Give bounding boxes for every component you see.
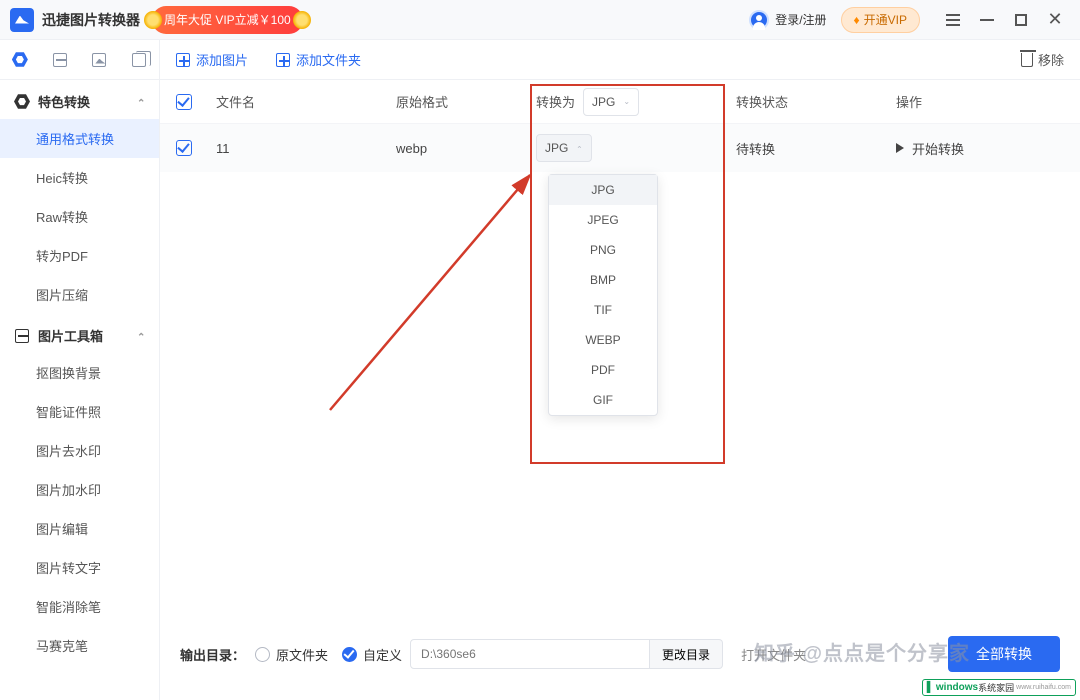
nav-item[interactable]: 智能证件照 bbox=[0, 392, 159, 431]
hex-icon bbox=[14, 94, 30, 110]
sidebar: 特色转换 ⌄ 通用格式转换Heic转换Raw转换转为PDF图片压缩 图片工具箱 … bbox=[0, 40, 160, 700]
sidebar-group-toolbox[interactable]: 图片工具箱 ⌄ bbox=[0, 314, 159, 353]
add-folder-button[interactable]: 添加文件夹 bbox=[276, 50, 361, 69]
remove-button[interactable]: 移除 bbox=[1021, 50, 1064, 69]
header-format-select[interactable]: JPG⌄ bbox=[583, 88, 639, 116]
sidebar-top-tabs bbox=[0, 40, 159, 80]
row-format-select[interactable]: JPG⌄ bbox=[536, 134, 592, 162]
dropdown-option[interactable]: BMP bbox=[549, 265, 657, 295]
nav-item[interactable]: 马赛克笔 bbox=[0, 626, 159, 665]
cell-original-format: webp bbox=[396, 141, 536, 156]
nav-item[interactable]: 转为PDF bbox=[0, 236, 159, 275]
start-convert-button[interactable]: 开始转换 bbox=[896, 139, 1064, 158]
nav-item[interactable]: Heic转换 bbox=[0, 158, 159, 197]
nav-item[interactable]: 智能消除笔 bbox=[0, 587, 159, 626]
nav-item[interactable]: 通用格式转换 bbox=[0, 119, 159, 158]
minimize-button[interactable] bbox=[972, 5, 1002, 35]
nav-item[interactable]: 图片压缩 bbox=[0, 275, 159, 314]
radio-custom-label: 自定义 bbox=[363, 645, 402, 664]
dropdown-option[interactable]: PNG bbox=[549, 235, 657, 265]
chevron-up-icon: ⌄ bbox=[137, 330, 145, 341]
table-row: 11 webp JPG⌄ 待转换 开始转换 bbox=[160, 124, 1080, 172]
open-folder-link[interactable]: 打开文件夹 bbox=[741, 645, 806, 664]
convert-all-button[interactable]: 全部转换 bbox=[948, 636, 1060, 672]
cell-filename: 11 bbox=[216, 141, 396, 156]
dropdown-option[interactable]: JPEG bbox=[549, 205, 657, 235]
chevron-up-icon: ⌄ bbox=[137, 96, 145, 107]
nav-item[interactable]: 图片去水印 bbox=[0, 431, 159, 470]
main-panel: 添加图片 添加文件夹 移除 文件名 原始格式 转换为 JPG⌄ 转换状态 操作 … bbox=[160, 40, 1080, 700]
cell-status: 待转换 bbox=[736, 139, 896, 158]
change-dir-button[interactable]: 更改目录 bbox=[650, 639, 723, 669]
avatar-icon bbox=[749, 10, 769, 30]
nav-item[interactable]: Raw转换 bbox=[0, 197, 159, 236]
row-checkbox[interactable] bbox=[176, 140, 192, 156]
hamburger-icon bbox=[946, 19, 960, 21]
format-dropdown: JPGJPEGPNGBMPTIFWEBPPDFGIF bbox=[548, 174, 658, 416]
maximize-icon bbox=[1015, 14, 1027, 26]
titlebar: 迅捷图片转换器 周年大促 VIP立减￥100 登录/注册 ♦开通VIP ✕ bbox=[0, 0, 1080, 40]
dropdown-option[interactable]: PDF bbox=[549, 355, 657, 385]
radio-original-label: 原文件夹 bbox=[276, 645, 328, 664]
minimize-icon bbox=[980, 19, 994, 21]
dropdown-option[interactable]: TIF bbox=[549, 295, 657, 325]
image-icon bbox=[92, 53, 106, 67]
dropdown-option[interactable]: GIF bbox=[549, 385, 657, 415]
radio-custom-folder[interactable] bbox=[342, 647, 357, 662]
dropdown-option[interactable]: WEBP bbox=[549, 325, 657, 355]
bottom-bar: 输出目录： 原文件夹 自定义 更改目录 打开文件夹 全部转换 bbox=[160, 632, 1080, 676]
sidebar-tab-pic[interactable] bbox=[89, 50, 109, 70]
nav-item[interactable]: 图片编辑 bbox=[0, 509, 159, 548]
diamond-icon: ♦ bbox=[854, 13, 860, 27]
vip-button[interactable]: ♦开通VIP bbox=[841, 7, 920, 33]
menu-button[interactable] bbox=[938, 5, 968, 35]
nav-item[interactable]: 图片加水印 bbox=[0, 470, 159, 509]
stack-icon bbox=[132, 53, 146, 67]
login-link[interactable]: 登录/注册 bbox=[775, 11, 826, 28]
add-icon bbox=[176, 53, 190, 67]
output-path-input[interactable] bbox=[410, 639, 650, 669]
promo-banner[interactable]: 周年大促 VIP立减￥100 bbox=[152, 6, 303, 34]
nav-item[interactable]: 图片转文字 bbox=[0, 548, 159, 587]
app-title: 迅捷图片转换器 bbox=[42, 10, 140, 30]
dropdown-option[interactable]: JPG bbox=[549, 175, 657, 205]
output-label: 输出目录： bbox=[180, 645, 245, 664]
toolbox-icon bbox=[14, 328, 30, 344]
close-button[interactable]: ✕ bbox=[1040, 5, 1070, 35]
col-original-format: 原始格式 bbox=[396, 92, 536, 111]
col-action: 操作 bbox=[896, 92, 1064, 111]
play-icon bbox=[896, 143, 904, 153]
select-all-checkbox[interactable] bbox=[176, 94, 192, 110]
chevron-down-icon: ⌄ bbox=[623, 97, 630, 106]
sidebar-tab-stack[interactable] bbox=[129, 50, 149, 70]
nav-item[interactable]: 抠图换背景 bbox=[0, 353, 159, 392]
windows-logo-icon: ▌ bbox=[927, 682, 934, 693]
chevron-up-icon: ⌄ bbox=[576, 144, 583, 153]
table-header: 文件名 原始格式 转换为 JPG⌄ 转换状态 操作 bbox=[160, 80, 1080, 124]
hex-icon bbox=[12, 52, 28, 68]
toolbar: 添加图片 添加文件夹 移除 bbox=[160, 40, 1080, 80]
sidebar-tab-image[interactable] bbox=[50, 50, 70, 70]
radio-original-folder[interactable] bbox=[255, 647, 270, 662]
source-badge: ▌ windows 系统家园 www.ruihaifu.com bbox=[922, 679, 1076, 696]
sidebar-group-special[interactable]: 特色转换 ⌄ bbox=[0, 80, 159, 119]
close-icon: ✕ bbox=[1047, 9, 1062, 30]
add-icon bbox=[276, 53, 290, 67]
maximize-button[interactable] bbox=[1006, 5, 1036, 35]
col-filename: 文件名 bbox=[216, 92, 396, 111]
col-convert-to: 转换为 JPG⌄ bbox=[536, 88, 736, 116]
app-logo-icon bbox=[10, 8, 34, 32]
col-status: 转换状态 bbox=[736, 92, 896, 111]
sidebar-tab-convert[interactable] bbox=[10, 50, 30, 70]
square-icon bbox=[53, 53, 67, 67]
trash-icon bbox=[1021, 53, 1033, 67]
annotation-arrow bbox=[320, 160, 540, 420]
add-image-button[interactable]: 添加图片 bbox=[176, 50, 248, 69]
